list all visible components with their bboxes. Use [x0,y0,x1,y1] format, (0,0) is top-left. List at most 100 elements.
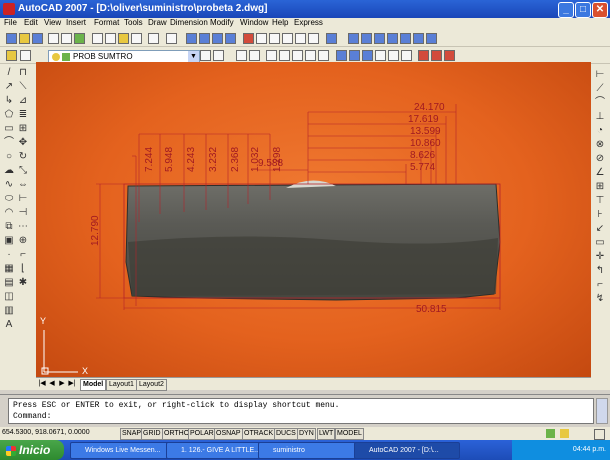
aligned-dimension-icon[interactable] [249,50,260,61]
ellipse-arc-icon[interactable]: ◠ [4,208,14,218]
tab-first-button[interactable]: |◀ [38,379,46,389]
quickcalc-icon[interactable] [308,33,319,44]
menu-view[interactable]: View [44,18,61,27]
zoom-center-icon[interactable] [413,33,424,44]
model-toggle[interactable]: MODEL [335,428,364,440]
plot-preview-icon[interactable] [61,33,72,44]
gradient-icon[interactable]: ▤ [4,278,14,288]
osnap-tangent-icon[interactable] [362,50,373,61]
tolerance-icon[interactable]: ▭ [595,238,605,248]
autocad-app-icon[interactable] [3,3,15,15]
layer-state-icon[interactable] [20,50,31,61]
properties-icon[interactable] [243,33,254,44]
dim-linear-icon[interactable]: ⊢ [595,70,605,80]
fillet-icon[interactable]: ⌊ [18,264,28,274]
osnap-insert-icon[interactable] [401,50,412,61]
extend-icon[interactable] [318,50,329,61]
otrack-toggle[interactable]: OTRACK [242,428,276,440]
explode-icon[interactable]: ✱ [18,278,28,288]
erase-icon[interactable]: ⊓ [18,68,28,78]
cut-icon[interactable] [92,33,103,44]
move-icon[interactable]: ✥ [18,138,28,148]
lock-toolbar-icon[interactable] [560,429,569,438]
quick-leader-icon[interactable]: ↙ [595,224,605,234]
menu-edit[interactable]: Edit [24,18,38,27]
make-current-icon[interactable] [200,50,211,61]
tab-next-button[interactable]: ▶ [58,379,66,389]
menu-tools[interactable]: Tools [124,18,143,27]
center-mark-icon[interactable]: ✛ [595,252,605,262]
design-center-icon[interactable] [256,33,267,44]
taskbar-messenger[interactable]: Windows Live Messen... [70,442,176,459]
taskbar-music[interactable]: 1. 126.- GIVE A LITTLE... [166,442,268,459]
copy-object-icon[interactable]: ⟍ [18,82,28,92]
tool-palettes-icon[interactable] [269,33,280,44]
copy-icon[interactable] [105,33,116,44]
construction-line-icon[interactable] [279,50,290,61]
zoom-realtime-icon[interactable] [199,33,210,44]
tab-prev-button[interactable]: ◀ [48,379,56,389]
paste-icon[interactable] [118,33,129,44]
point-icon[interactable]: · [4,250,14,260]
dim-diameter-icon[interactable]: ⊘ [595,154,605,164]
clean-screen-icon[interactable] [594,429,605,440]
layer-manager-icon[interactable] [6,50,17,61]
make-block-icon[interactable]: ▣ [4,236,14,246]
multiline-text-icon[interactable]: A [4,320,14,330]
line-tool-icon[interactable] [266,50,277,61]
pan-icon[interactable] [186,33,197,44]
extend-modify-icon[interactable]: ⊣ [18,208,28,218]
redo-icon[interactable] [166,33,177,44]
dyn-toggle[interactable]: DYN [297,428,316,440]
tab-last-button[interactable]: ▶| [68,379,76,389]
grid-toggle[interactable]: GRID [141,428,163,440]
snap-toggle[interactable]: SNAP [120,428,144,440]
lwt-toggle[interactable]: LWT [317,428,336,440]
menu-file[interactable]: File [4,18,17,27]
menu-dimension[interactable]: Dimension [170,18,208,27]
zoom-in-icon[interactable] [348,33,359,44]
linear-dimension-icon[interactable] [236,50,247,61]
osnap-settings-icon[interactable] [431,50,442,61]
dim-aligned-icon[interactable]: ⟋ [595,84,605,94]
hatch-icon[interactable]: ▦ [4,264,14,274]
zoom-window-icon[interactable] [212,33,223,44]
taskbar-autocad[interactable]: AutoCAD 2007 - [D:\... [354,442,460,459]
chamfer-icon[interactable]: ⌐ [18,250,28,260]
polyline-draw-icon[interactable]: ↳ [4,96,14,106]
markup-icon[interactable] [295,33,306,44]
menu-insert[interactable]: Insert [66,18,86,27]
command-scrollbar[interactable] [596,398,608,424]
osnap-none-icon[interactable] [418,50,429,61]
scale-icon[interactable]: ⤡ [18,166,28,176]
comm-center-icon[interactable] [546,429,555,438]
ellipse-icon[interactable]: ⬭ [4,194,14,204]
clock[interactable]: 04:44 p.m. [573,440,606,460]
menu-format[interactable]: Format [94,18,119,27]
line-icon[interactable]: / [4,68,14,78]
circle-icon[interactable]: ○ [4,152,14,162]
drawing-canvas[interactable]: Y X 24.170 17.619 13.599 10.860 8.626 5.… [36,62,591,377]
spline-icon[interactable]: ∿ [4,180,14,190]
layer-previous-icon[interactable] [213,50,224,61]
command-history[interactable]: Press ESC or ENTER to exit, or right-cli… [8,398,594,424]
menu-window[interactable]: Window [240,18,268,27]
ortho-toggle[interactable]: ORTHO [162,428,192,440]
polygon-icon[interactable]: ⬠ [4,110,14,120]
stretch-icon[interactable]: ⇔ [18,180,28,190]
print-icon[interactable] [48,33,59,44]
close-button[interactable]: ✕ [592,2,608,18]
dim-continue-icon[interactable]: ⊦ [595,210,605,220]
rectangle-icon[interactable]: ▭ [4,124,14,134]
menu-draw[interactable]: Draw [148,18,167,27]
break-icon[interactable]: ⋯ [18,222,28,232]
zoom-all-icon[interactable] [374,33,385,44]
undo-icon[interactable] [148,33,159,44]
publish-icon[interactable] [74,33,85,44]
dim-angular-icon[interactable]: ∠ [595,168,605,178]
offset-icon[interactable]: ≣ [18,110,28,120]
ducs-toggle[interactable]: DUCS [274,428,298,440]
region-icon[interactable]: ◫ [4,292,14,302]
dim-jogged-icon[interactable]: ⊗ [595,140,605,150]
zoom-previous-icon[interactable] [225,33,236,44]
